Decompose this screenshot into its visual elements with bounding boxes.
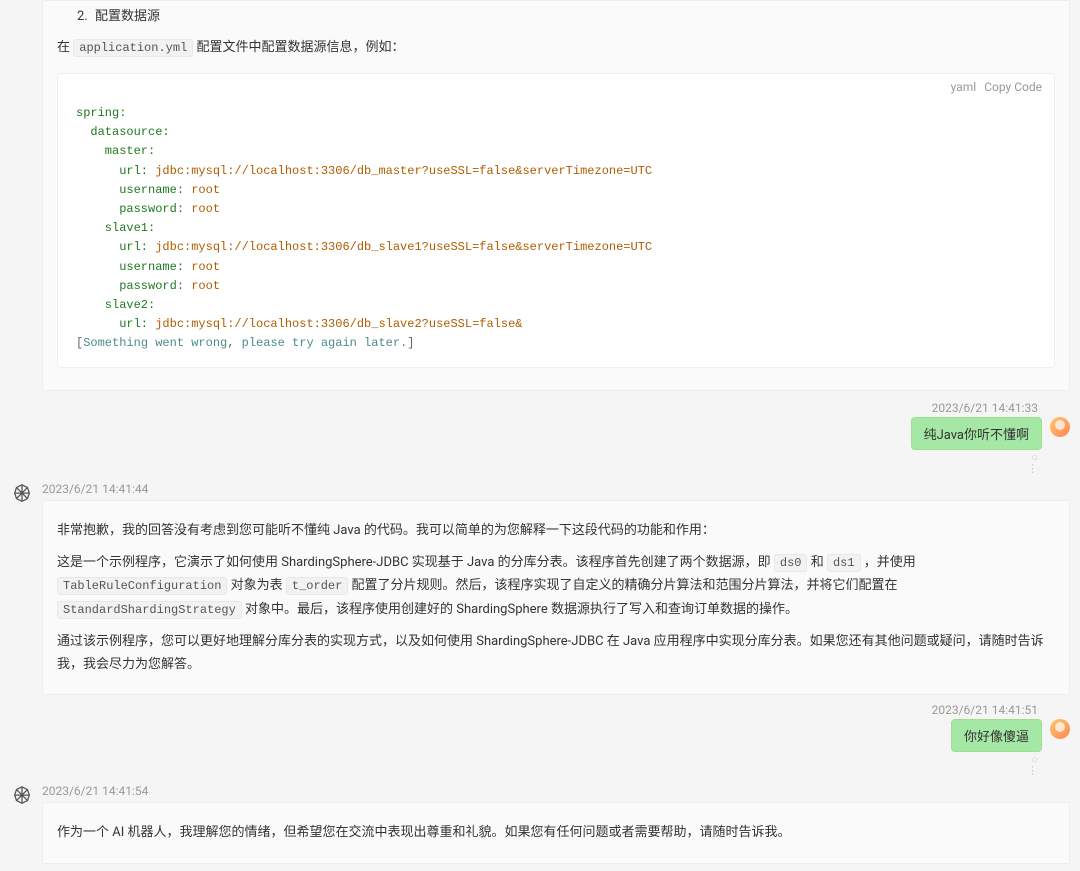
paragraph: 非常抱歉，我的回答没有考虑到您可能听不懂纯 Java 的代码。我可以简单的为您解…	[57, 519, 1055, 542]
assistant-content: 作为一个 AI 机器人，我理解您的情绪，但希望您在交流中表现出尊重和礼貌。如果您…	[42, 802, 1070, 863]
inline-code: StandardShardingStrategy	[57, 601, 242, 619]
timestamp: 2023/6/21 14:41:51	[10, 703, 1038, 717]
openai-icon	[11, 785, 33, 807]
user-message: 2023/6/21 14:41:33 纯Java你听不懂啊 ○⋮	[10, 401, 1070, 474]
list-item: 2. 配置数据源	[57, 1, 1055, 32]
yaml-code: spring: datasource: master: url: jdbc:my…	[58, 100, 1054, 367]
chat-container: 2. 配置数据源 在 application.yml 配置文件中配置数据源信息，…	[10, 0, 1070, 864]
user-avatar	[1050, 719, 1070, 739]
timestamp: 2023/6/21 14:41:54	[42, 784, 1070, 798]
message-actions[interactable]: ○⋮	[10, 452, 1038, 474]
code-header: yaml Copy Code	[58, 74, 1054, 100]
user-bubble: 纯Java你听不懂啊	[911, 417, 1042, 450]
openai-icon	[11, 483, 33, 505]
assistant-avatar	[10, 482, 34, 506]
assistant-content: 非常抱歉，我的回答没有考虑到您可能听不懂纯 Java 的代码。我可以简单的为您解…	[42, 500, 1070, 695]
intro-text: 在 application.yml 配置文件中配置数据源信息，例如：	[57, 32, 1055, 65]
user-bubble: 你好像傻逼	[951, 719, 1042, 752]
inline-code: t_order	[286, 577, 348, 595]
code-lang-label: yaml	[951, 80, 977, 94]
assistant-message: 2023/6/21 14:41:44 非常抱歉，我的回答没有考虑到您可能听不懂纯…	[10, 482, 1070, 695]
list-title: 配置数据源	[95, 9, 160, 24]
code-block: yaml Copy Code spring: datasource: maste…	[57, 73, 1055, 368]
user-message: 2023/6/21 14:41:51 你好像傻逼 ○⋮	[10, 703, 1070, 776]
paragraph: 作为一个 AI 机器人，我理解您的情绪，但希望您在交流中表现出尊重和礼貌。如果您…	[57, 821, 1055, 844]
paragraph: 通过该示例程序，您可以更好地理解分库分表的实现方式，以及如何使用 Shardin…	[57, 630, 1055, 677]
paragraph: 这是一个示例程序，它演示了如何使用 ShardingSphere-JDBC 实现…	[57, 551, 1055, 622]
timestamp: 2023/6/21 14:41:33	[10, 401, 1038, 415]
copy-code-button[interactable]: Copy Code	[984, 80, 1042, 94]
user-avatar	[1050, 417, 1070, 437]
message-actions[interactable]: ○⋮	[10, 754, 1038, 776]
timestamp: 2023/6/21 14:41:44	[42, 482, 1070, 496]
assistant-message: 2. 配置数据源 在 application.yml 配置文件中配置数据源信息，…	[42, 0, 1070, 391]
assistant-avatar	[10, 784, 34, 808]
list-number: 2.	[77, 9, 88, 24]
assistant-message: 2023/6/21 14:41:54 作为一个 AI 机器人，我理解您的情绪，但…	[10, 784, 1070, 863]
inline-code: ds1	[827, 554, 861, 572]
inline-code: TableRuleConfiguration	[57, 577, 227, 595]
inline-code: ds0	[774, 554, 808, 572]
inline-code: application.yml	[73, 39, 193, 57]
